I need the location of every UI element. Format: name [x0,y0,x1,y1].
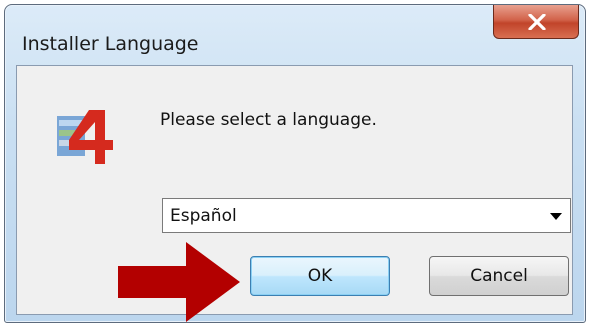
dialog-window: Installer Language Please select a langu… [4,4,586,323]
close-icon [528,14,546,30]
language-select[interactable]: Español [162,198,571,233]
red-arrow-icon [118,242,240,322]
window-title: Installer Language [22,33,199,55]
close-button[interactable] [493,5,579,39]
installer-app-icon [57,110,113,164]
language-select-value: Español [170,206,237,226]
ok-button[interactable]: OK [250,256,390,296]
dialog-body: Please select a language. Español OK Can… [16,65,573,315]
dropdown-arrow-icon[interactable] [550,213,562,220]
cancel-button[interactable]: Cancel [429,256,569,296]
title-bar[interactable]: Installer Language [5,5,585,65]
prompt-text: Please select a language. [160,110,377,130]
